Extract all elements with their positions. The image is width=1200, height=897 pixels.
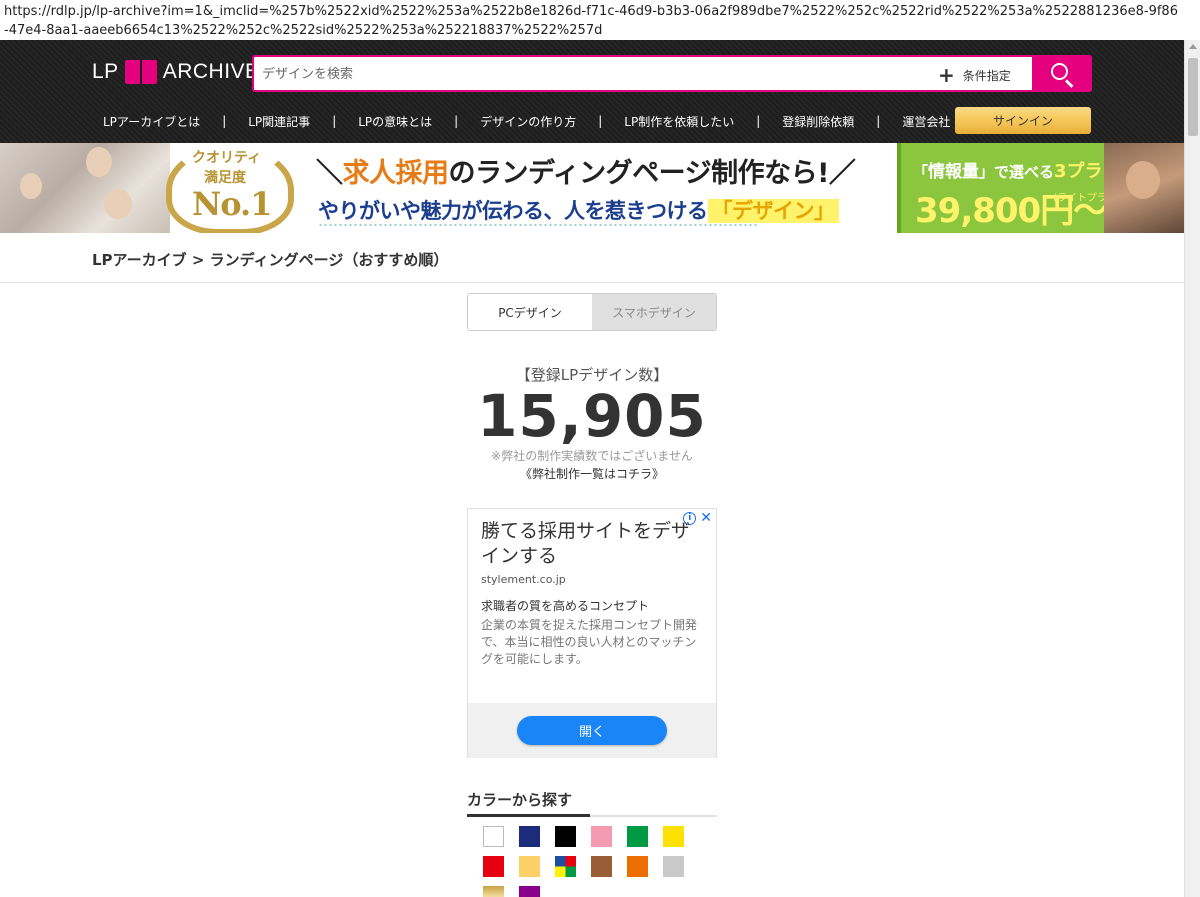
nav-item-request[interactable]: LP制作を依頼したい	[624, 113, 734, 130]
scroll-up-icon[interactable]	[1189, 44, 1197, 49]
tab-smartphone-design[interactable]: スマホデザイン	[592, 294, 716, 330]
banner-photo-people	[0, 143, 170, 233]
site-logo[interactable]: LP ARCHIVE	[92, 58, 260, 86]
nav-separator: |	[756, 114, 761, 128]
color-swatch-gold[interactable]	[483, 886, 504, 897]
banner-plan-box: 「情報量」で選べる3プラン 39,800円〜 (ライトプラン)	[897, 143, 1121, 233]
plus-icon: +	[938, 63, 955, 87]
promo-banner[interactable]: クオリティ 満足度 No.1 ＼求人採用のランディングページ制作なら!／ やりが…	[0, 143, 1184, 233]
ad-close-icon[interactable]: ✕	[700, 510, 712, 526]
scrollbar-thumb[interactable]	[1188, 58, 1198, 136]
color-swatch-gray[interactable]	[663, 856, 684, 877]
ad-url[interactable]: stylement.co.jp	[481, 573, 566, 586]
nav-separator: |	[332, 114, 337, 128]
color-swatch-purple[interactable]	[519, 886, 540, 897]
ad-unit[interactable]: i ✕ 勝てる採用サイトをデザインする stylement.co.jp 求職者の…	[467, 508, 717, 758]
main-nav: LPアーカイブとは | LP関連記事 | LPの意味とは | デザインの作り方 …	[92, 107, 1092, 134]
nav-item-company[interactable]: 運営会社	[902, 113, 950, 130]
nav-separator: |	[222, 114, 227, 128]
nav-separator: |	[876, 114, 881, 128]
banner-headline: ＼求人採用のランディングページ制作なら!／	[316, 158, 856, 189]
nav-item-meaning[interactable]: LPの意味とは	[358, 113, 432, 130]
ad-body: 企業の本質を捉えた採用コンセプト開発で、本当に相性の良い人材とのマッチングを可能…	[481, 618, 698, 666]
logo-text-archive: ARCHIVE	[162, 60, 260, 83]
quality-badge: クオリティ 満足度 No.1	[152, 143, 312, 233]
color-swatch-orange[interactable]	[627, 856, 648, 877]
nav-item-about[interactable]: LPアーカイブとは	[103, 113, 200, 130]
site-header: LP ARCHIVE + 条件指定 LPアーカイブとは | LP関連記事 | L…	[0, 40, 1184, 143]
nav-separator: |	[598, 114, 603, 128]
logo-text-lp: LP	[92, 60, 119, 83]
search-icon	[1051, 63, 1068, 80]
color-section-header: カラーから探す	[467, 789, 717, 817]
color-swatch-brown[interactable]	[591, 856, 612, 877]
ad-title[interactable]: 勝てる採用サイトをデザインする	[481, 519, 701, 569]
color-swatch-pink[interactable]	[591, 826, 612, 847]
address-bar[interactable]: https://rdlp.jp/lp-archive?im=1&_imclid=…	[0, 0, 1184, 40]
search-button[interactable]	[1032, 55, 1092, 92]
page-scrollbar[interactable]	[1184, 40, 1200, 897]
book-icon	[124, 60, 157, 84]
nav-separator: |	[454, 114, 459, 128]
condition-filter-button[interactable]: + 条件指定	[938, 64, 1011, 86]
tab-pc-design[interactable]: PCデザイン	[468, 294, 592, 330]
color-swatch-yellow[interactable]	[663, 826, 684, 847]
ad-headline: 求職者の質を高めるコンセプト	[481, 599, 650, 613]
color-swatch-multi[interactable]	[555, 856, 576, 877]
nav-item-delete-request[interactable]: 登録削除依頼	[782, 113, 854, 130]
color-swatch-light-orange[interactable]	[519, 856, 540, 877]
nav-item-articles[interactable]: LP関連記事	[248, 113, 310, 130]
color-swatch-red[interactable]	[483, 856, 504, 877]
device-tabs: PCデザイン スマホデザイン	[467, 293, 717, 331]
color-swatch-green[interactable]	[627, 826, 648, 847]
condition-filter-label: 条件指定	[962, 68, 1011, 83]
search-bar: + 条件指定	[252, 55, 1092, 92]
color-swatch-grid	[483, 826, 703, 897]
color-swatch-white[interactable]	[483, 826, 504, 847]
color-swatch-black[interactable]	[555, 826, 576, 847]
banner-photo-man	[1104, 143, 1184, 233]
nav-item-how-to-design[interactable]: デザインの作り方	[480, 113, 576, 130]
signin-button[interactable]: サインイン	[955, 107, 1091, 134]
search-input[interactable]	[262, 63, 922, 85]
breadcrumb[interactable]: LPアーカイブ > ランディングページ（おすすめ順）	[92, 249, 448, 270]
ad-open-button[interactable]: 開く	[517, 716, 667, 745]
color-section-title: カラーから探す	[467, 789, 590, 817]
design-count-note: ※弊社の制作実績数ではございません	[491, 449, 693, 463]
color-swatch-navy[interactable]	[519, 826, 540, 847]
breadcrumb-bar: LPアーカイブ > ランディングページ（おすすめ順）	[0, 233, 1184, 283]
design-count: 15,905	[477, 382, 707, 450]
portfolio-link[interactable]: 《弊社制作一覧はコチラ》	[467, 465, 717, 482]
